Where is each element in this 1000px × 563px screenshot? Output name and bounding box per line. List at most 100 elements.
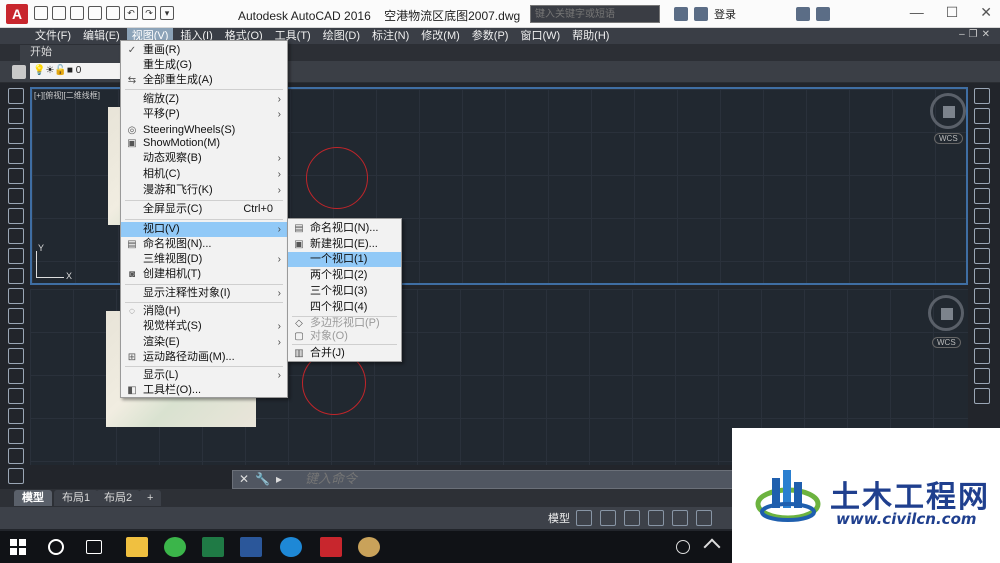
submenu-three-viewports[interactable]: 三个视口(3) xyxy=(288,284,401,299)
menu-item-create-camera[interactable]: ◙ 创建相机(T) xyxy=(121,267,287,282)
menu-item-hide[interactable]: ◌ 消隐(H) xyxy=(121,304,287,319)
minimize-icon[interactable]: — xyxy=(910,4,924,21)
redo-icon[interactable]: ↷ xyxy=(142,6,156,20)
polyline-icon[interactable] xyxy=(8,128,24,144)
trim-icon[interactable] xyxy=(974,268,990,284)
join-icon[interactable] xyxy=(974,328,990,344)
add-selected-icon[interactable] xyxy=(8,468,24,484)
navigation-wheel-icon[interactable] xyxy=(930,93,966,129)
submenu-one-viewport[interactable]: 一个视口(1) xyxy=(288,252,401,267)
print-icon[interactable] xyxy=(106,6,120,20)
command-input[interactable] xyxy=(305,472,705,487)
region-icon[interactable] xyxy=(8,408,24,424)
app-taskbar-icon[interactable] xyxy=(358,537,380,557)
login-link[interactable]: 登录 xyxy=(714,6,736,22)
windows-start-icon[interactable] xyxy=(10,539,26,555)
autocad-taskbar-icon[interactable] xyxy=(320,537,342,557)
add-layout-button[interactable]: + xyxy=(139,490,162,506)
array-icon[interactable] xyxy=(974,168,990,184)
autocad-logo-icon[interactable]: A xyxy=(6,4,28,24)
ellipse-arc-icon[interactable] xyxy=(8,288,24,304)
menu-item-visual-styles[interactable]: 视觉样式(S) › xyxy=(121,319,287,334)
menu-file[interactable]: 文件(F) xyxy=(30,28,76,44)
undo-icon[interactable]: ↶ xyxy=(124,6,138,20)
break-icon[interactable] xyxy=(974,308,990,324)
extend-icon[interactable] xyxy=(974,288,990,304)
make-block-icon[interactable] xyxy=(8,328,24,344)
move-icon[interactable] xyxy=(974,188,990,204)
point-icon[interactable] xyxy=(8,348,24,364)
menu-item-regen-all[interactable]: ⇆ 全部重生成(A) xyxy=(121,73,287,88)
menu-item-annotation-objects[interactable]: 显示注释性对象(I) › xyxy=(121,286,287,301)
wcs-badge-lower[interactable]: WCS xyxy=(932,337,961,348)
snap-icon[interactable] xyxy=(600,510,616,526)
menu-edit[interactable]: 编辑(E) xyxy=(78,28,125,44)
menu-item-named-views[interactable]: ▤ 命名视图(N)... xyxy=(121,237,287,252)
menu-draw[interactable]: 绘图(D) xyxy=(318,28,365,44)
mirror-icon[interactable] xyxy=(974,128,990,144)
edge-icon[interactable] xyxy=(280,537,302,557)
exchange-icon[interactable] xyxy=(796,7,810,21)
menu-item-motion-path[interactable]: ⊞ 运动路径动画(M)... xyxy=(121,350,287,365)
tray-chevron-icon[interactable] xyxy=(703,538,721,556)
viewport-label[interactable]: [+][俯视][二维线框] xyxy=(34,90,100,101)
tab-layout2[interactable]: 布局2 xyxy=(96,490,141,506)
rectangle-icon[interactable] xyxy=(8,168,24,184)
hatch-icon[interactable] xyxy=(8,368,24,384)
circle-icon[interactable] xyxy=(8,208,24,224)
search-circle-icon[interactable] xyxy=(48,539,64,555)
menu-item-walk-fly[interactable]: 漫游和飞行(K) › xyxy=(121,183,287,198)
word-icon[interactable] xyxy=(240,537,262,557)
table-icon[interactable] xyxy=(8,428,24,444)
explode-icon[interactable] xyxy=(974,388,990,404)
fillet-icon[interactable] xyxy=(974,368,990,384)
help-icon[interactable] xyxy=(816,7,830,21)
layer-dropdown[interactable]: 💡☀🔓■ 0 xyxy=(30,63,122,79)
polygon-icon[interactable] xyxy=(8,148,24,164)
wcs-badge[interactable]: WCS xyxy=(934,133,963,144)
copy-icon[interactable] xyxy=(974,108,990,124)
submenu-join[interactable]: ▥ 合并(J) xyxy=(288,346,401,361)
annotation-icon[interactable] xyxy=(696,510,712,526)
menu-help[interactable]: 帮助(H) xyxy=(567,28,614,44)
stretch-icon[interactable] xyxy=(974,248,990,264)
menu-item-3d-views[interactable]: 三维视图(D) › xyxy=(121,252,287,267)
line-icon[interactable] xyxy=(8,88,24,104)
insert-block-icon[interactable] xyxy=(8,308,24,324)
new-file-icon[interactable] xyxy=(34,6,48,20)
qat-dropdown-icon[interactable]: ▾ xyxy=(160,6,174,20)
submenu-object[interactable]: ▢ 对象(O) xyxy=(288,329,401,344)
menu-parameter[interactable]: 参数(P) xyxy=(467,28,514,44)
menu-item-camera[interactable]: 相机(C) › xyxy=(121,167,287,182)
tab-model[interactable]: 模型 xyxy=(14,490,52,506)
file-explorer-icon[interactable] xyxy=(126,537,148,557)
spline-icon[interactable] xyxy=(8,248,24,264)
submenu-new-viewports[interactable]: ▣ 新建视口(E)... xyxy=(288,237,401,252)
binoculars-icon[interactable] xyxy=(674,7,688,21)
menu-item-showmotion[interactable]: ▣ ShowMotion(M) xyxy=(121,136,287,151)
construction-line-icon[interactable] xyxy=(8,108,24,124)
submenu-named-viewports[interactable]: ▤ 命名视口(N)... xyxy=(288,221,401,236)
ortho-icon[interactable] xyxy=(624,510,640,526)
navigation-wheel-icon-lower[interactable] xyxy=(928,295,964,331)
revision-cloud-icon[interactable] xyxy=(8,228,24,244)
menu-item-orbit[interactable]: 动态观察(B) › xyxy=(121,151,287,166)
search-input[interactable] xyxy=(530,5,660,23)
arc-icon[interactable] xyxy=(8,188,24,204)
browser-green-icon[interactable] xyxy=(164,537,186,557)
save-icon[interactable] xyxy=(70,6,84,20)
grid-icon[interactable] xyxy=(576,510,592,526)
offset-icon[interactable] xyxy=(974,148,990,164)
excel-icon[interactable] xyxy=(202,537,224,557)
ellipse-icon[interactable] xyxy=(8,268,24,284)
rotate-icon[interactable] xyxy=(974,208,990,224)
polar-icon[interactable] xyxy=(648,510,664,526)
tab-layout1[interactable]: 布局1 xyxy=(54,490,99,506)
customize-icon[interactable]: 🔧 xyxy=(255,471,270,488)
people-icon[interactable] xyxy=(676,540,690,554)
document-window-controls[interactable]: –❐✕ xyxy=(959,29,994,40)
menu-item-fullscreen[interactable]: 全屏显示(C) Ctrl+0 xyxy=(121,202,287,217)
close-command-icon[interactable]: ✕ xyxy=(239,471,249,488)
erase-icon[interactable] xyxy=(974,88,990,104)
save-as-icon[interactable] xyxy=(88,6,102,20)
